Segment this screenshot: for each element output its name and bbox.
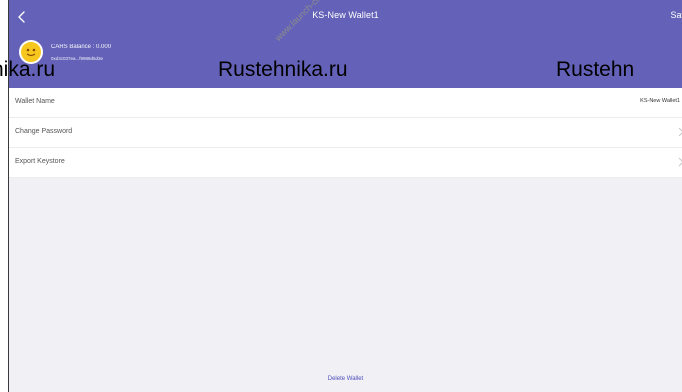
- save-button[interactable]: Sav: [670, 10, 682, 20]
- cars-balance: CARS Balance : 0.000: [51, 44, 112, 50]
- change-password-row[interactable]: Change Password: [9, 118, 682, 148]
- change-password-label: Change Password: [15, 128, 73, 135]
- wallet-address: 0xd3c037ea...f9988d5d3e: [51, 56, 104, 61]
- export-keystore-label: Export Keystore: [15, 158, 65, 165]
- wallet-name-row[interactable]: Wallet Name KS-New Wallet1: [9, 88, 682, 118]
- export-keystore-row[interactable]: Export Keystore: [9, 148, 682, 178]
- chevron-right-icon: [678, 157, 682, 167]
- app-screen: KS-New Wallet1 Sav CARS Balance : 0.000 …: [8, 0, 682, 392]
- header: KS-New Wallet1 Sav CARS Balance : 0.000 …: [9, 0, 682, 88]
- wallet-avatar: [19, 40, 43, 64]
- page-title: KS-New Wallet1: [312, 10, 379, 20]
- chevron-right-icon: [678, 127, 682, 137]
- settings-list: Wallet Name KS-New Wallet1 Change Passwo…: [9, 88, 682, 178]
- wallet-name-value: KS-New Wallet1: [640, 98, 680, 104]
- delete-wallet-button[interactable]: Delete Wallet: [9, 376, 682, 382]
- avatar-icon: [23, 44, 39, 60]
- wallet-name-label: Wallet Name: [15, 98, 55, 105]
